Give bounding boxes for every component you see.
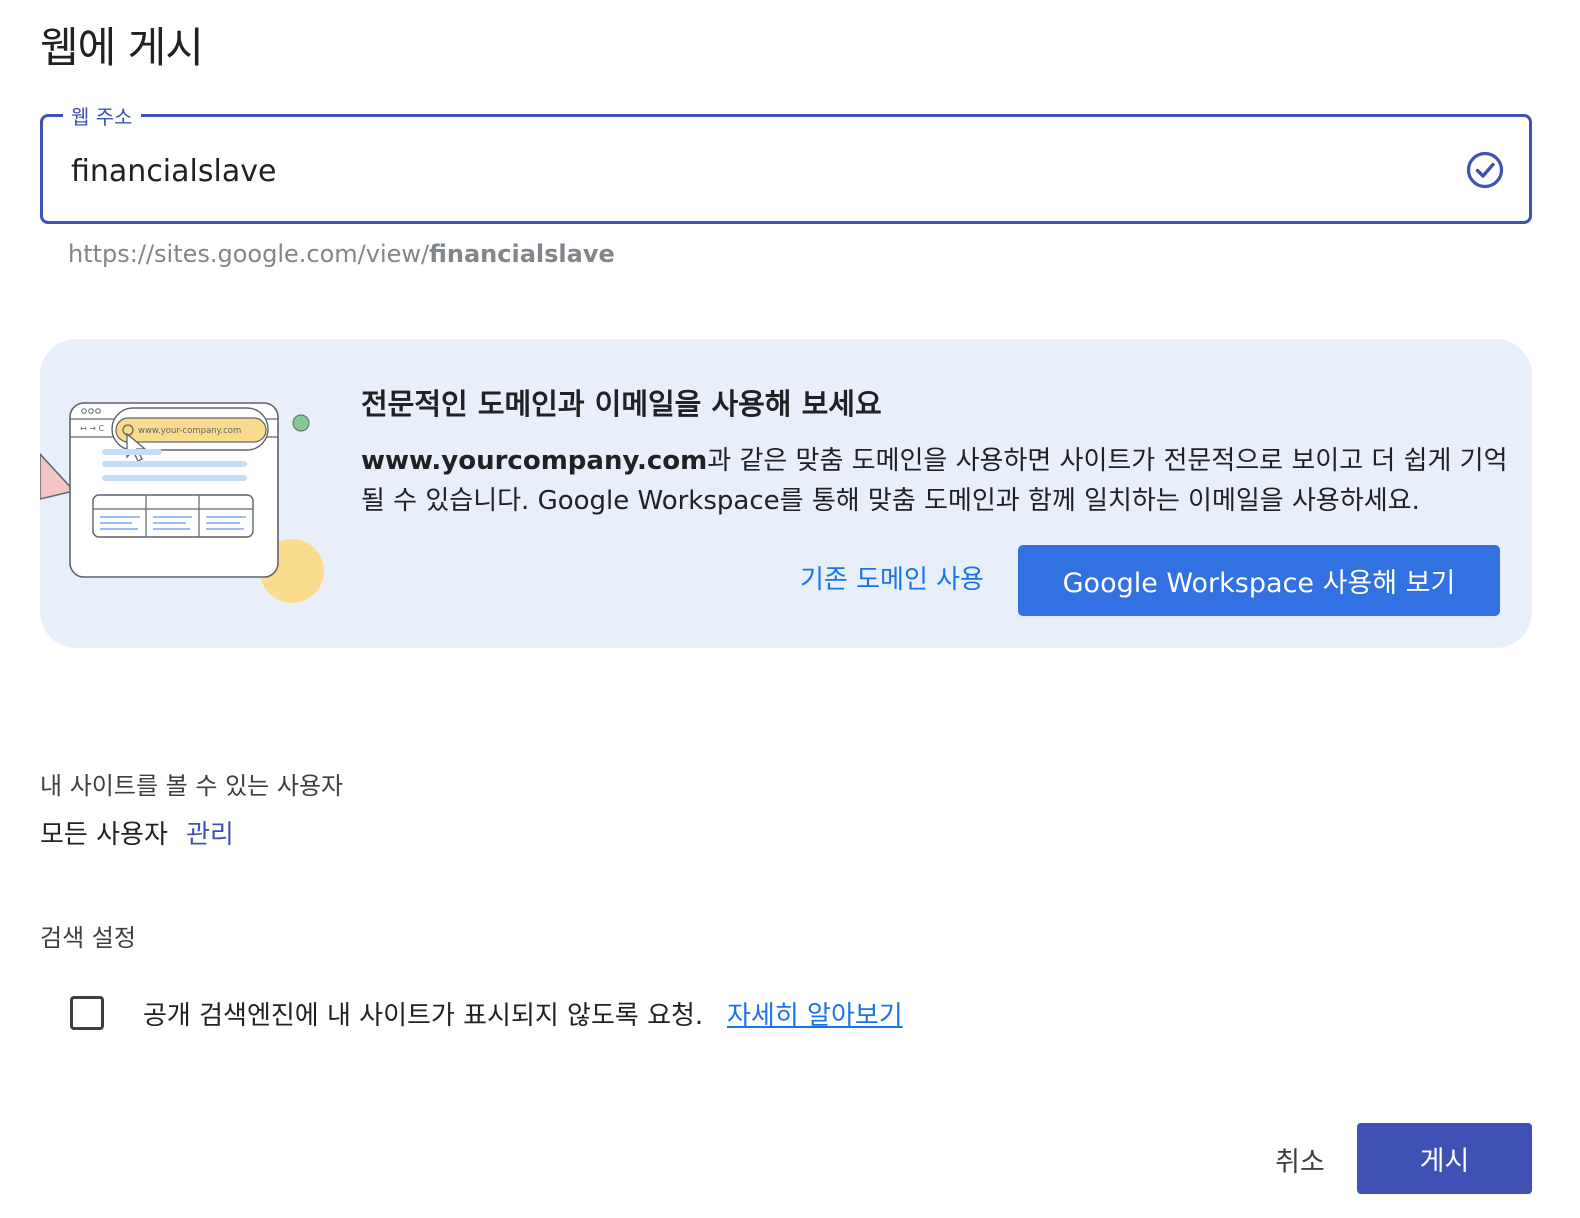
web-address-input[interactable] <box>71 149 1421 193</box>
browser-illustration: ↤ → C www.your-company.com <box>40 402 324 603</box>
visibility-heading: 내 사이트를 볼 수 있는 사용자 <box>40 772 344 800</box>
visibility-value: 모든 사용자 <box>40 820 168 850</box>
promo-domain-example: www.yourcompany.com <box>361 446 708 476</box>
url-slug: financialslave <box>429 240 615 268</box>
promo-title: 전문적인 도메인과 이메일을 사용해 보세요 <box>361 387 882 421</box>
hide-from-search-label: 공개 검색엔진에 내 사이트가 표시되지 않도록 요청. <box>143 1001 704 1031</box>
try-google-workspace-button[interactable]: Google Workspace 사용해 보기 <box>1018 545 1500 616</box>
custom-domain-promo: ↤ → C www.your-company.com 전문적인 도메인과 이메일… <box>40 339 1532 648</box>
url-prefix: https://sites.google.com/view/ <box>68 240 430 268</box>
search-settings-heading: 검색 설정 <box>40 924 136 952</box>
cancel-button[interactable]: 취소 <box>1262 1124 1338 1194</box>
dialog-title: 웹에 게시 <box>40 23 204 72</box>
publish-button[interactable]: 게시 <box>1357 1123 1532 1194</box>
learn-more-link[interactable]: 자세히 알아보기 <box>727 995 903 1032</box>
web-address-label: 웹 주소 <box>63 101 141 130</box>
site-url-preview: https://sites.google.com/view/financials… <box>68 240 615 268</box>
use-existing-domain-button[interactable]: 기존 도메인 사용 <box>800 559 984 596</box>
manage-visibility-link[interactable]: 관리 <box>186 814 234 851</box>
web-address-field[interactable]: 웹 주소 <box>40 101 1532 224</box>
hide-from-search-checkbox[interactable] <box>70 996 104 1030</box>
illustration-url-text: www.your-company.com <box>138 426 241 436</box>
promo-description: www.yourcompany.com과 같은 맞춤 도메인을 사용하면 사이트… <box>361 441 1511 521</box>
check-circle-icon <box>1466 151 1504 189</box>
svg-text:↤ → C: ↤ → C <box>80 424 104 433</box>
publish-dialog: 웹에 게시 웹 주소 https://sites.google.com/view… <box>0 0 1580 1218</box>
